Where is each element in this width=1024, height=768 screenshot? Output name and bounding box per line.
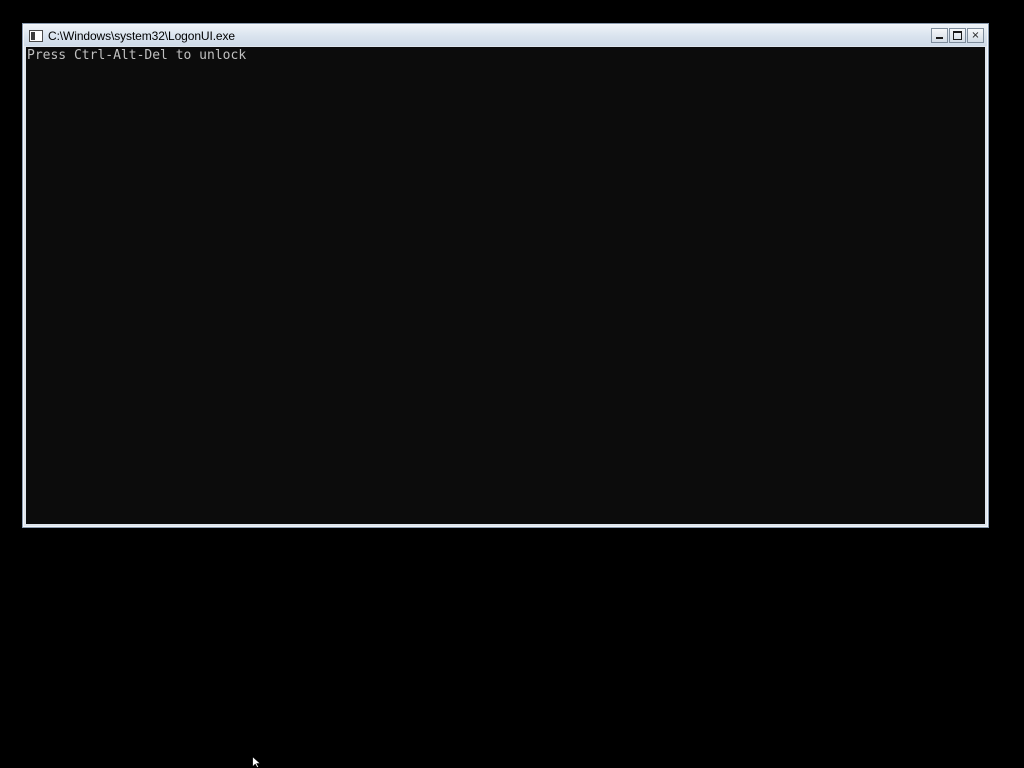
close-button[interactable]: × [967,28,984,43]
maximize-button[interactable] [949,28,966,43]
title-bar[interactable]: C:\Windows\system32\LogonUI.exe × [24,25,987,46]
window-title: C:\Windows\system32\LogonUI.exe [48,28,235,43]
close-icon: × [971,30,980,41]
minimize-button[interactable] [931,28,948,43]
console-output-area[interactable]: Press Ctrl-Alt-Del to unlock [26,47,985,524]
console-window[interactable]: C:\Windows\system32\LogonUI.exe × Press … [22,23,989,528]
window-controls: × [931,28,984,43]
mouse-pointer-icon [252,756,262,768]
console-line: Press Ctrl-Alt-Del to unlock [27,48,247,63]
desktop: C:\Windows\system32\LogonUI.exe × Press … [0,0,1024,768]
console-window-icon[interactable] [29,29,43,42]
